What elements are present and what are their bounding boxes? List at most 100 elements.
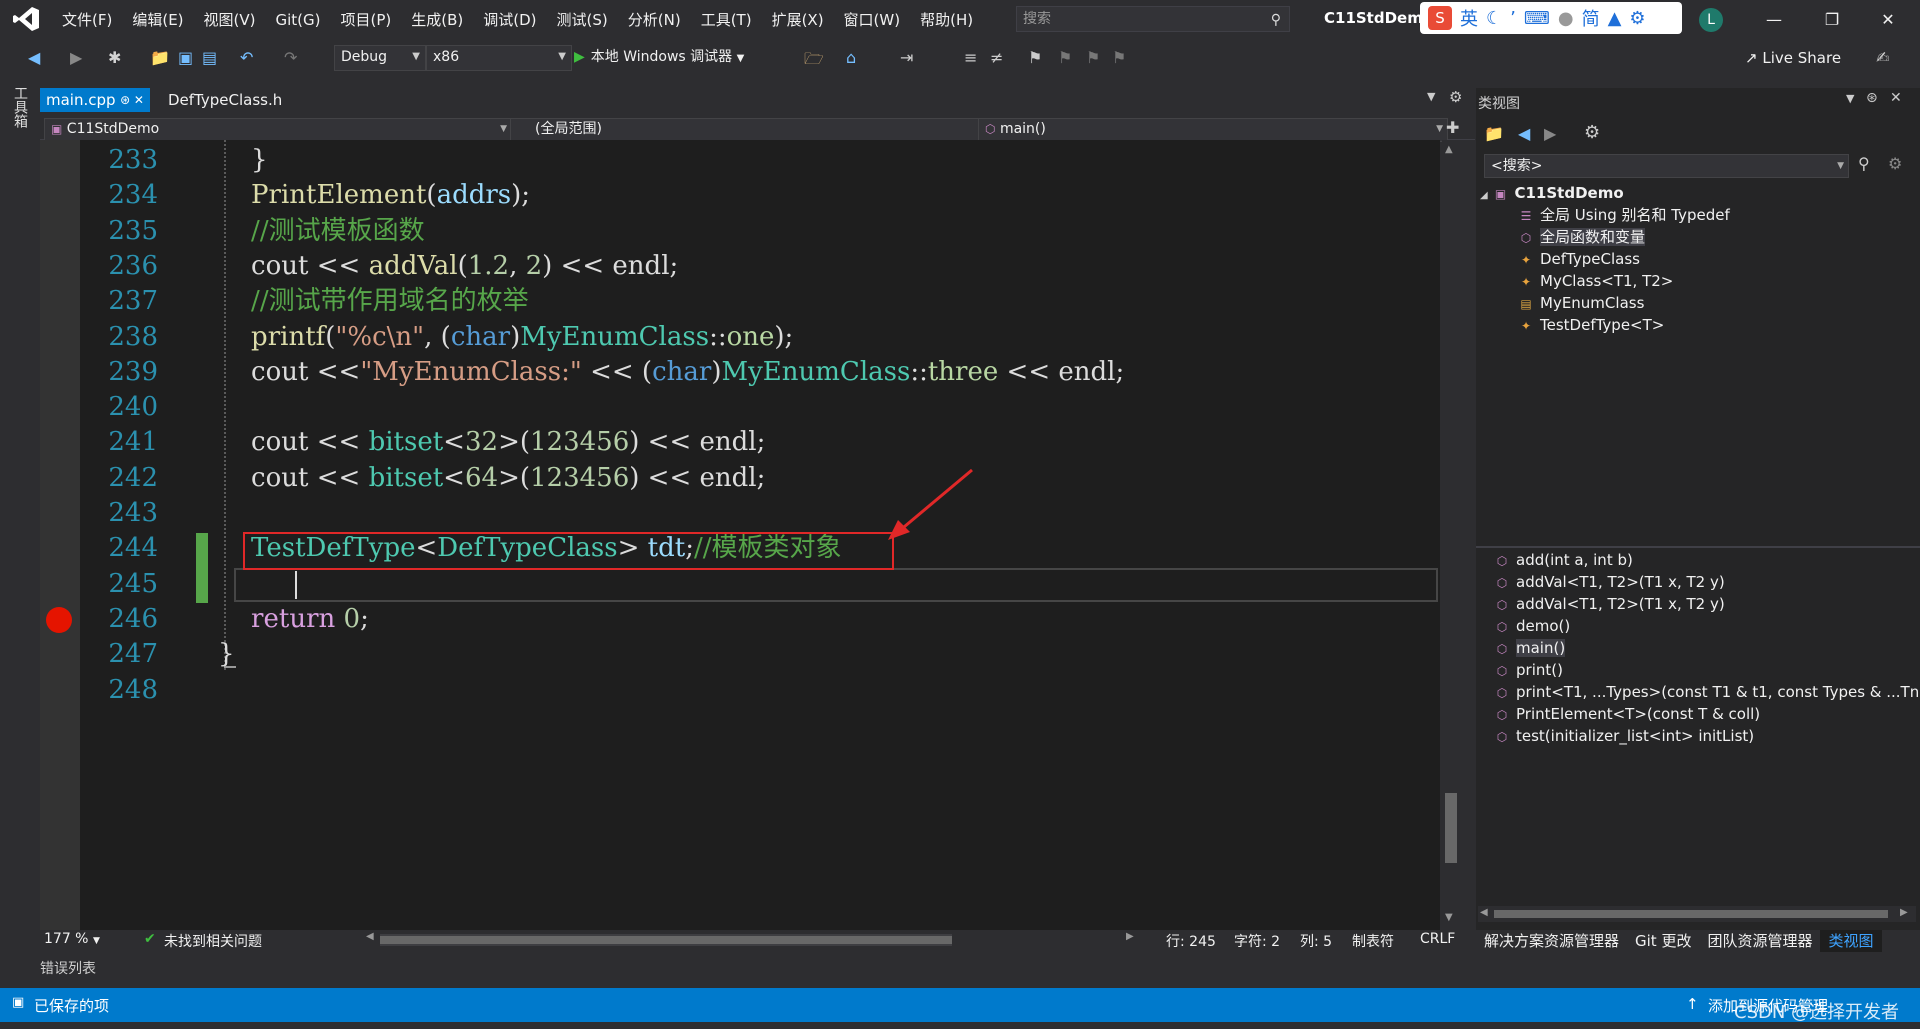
scope-dropdown[interactable]: (全局范围)▼ — [510, 118, 1000, 142]
code-line[interactable]: 235 //测试模板函数 — [80, 213, 424, 249]
step-icon[interactable]: ⇥ — [900, 48, 913, 67]
ime-language-label[interactable]: 英 — [1460, 5, 1478, 31]
zoom-select[interactable]: 177 % ▼ — [44, 931, 100, 947]
menu-item[interactable]: 生成(B) — [401, 8, 473, 32]
gear-icon[interactable]: ⚙ — [1629, 8, 1645, 29]
menu-item[interactable]: 项目(P) — [331, 8, 402, 32]
column-indicator[interactable]: 列: 5 — [1300, 931, 1332, 951]
tab-list-dropdown-icon[interactable]: ▼ — [1427, 90, 1435, 103]
menu-item[interactable]: 工具(T) — [691, 8, 762, 32]
class-view-divider[interactable] — [1476, 546, 1920, 548]
code-line[interactable]: 233 } — [80, 142, 267, 178]
tab-deftypeclass-h[interactable]: DefTypeClass.h — [168, 88, 282, 112]
menu-item[interactable]: 扩展(X) — [762, 8, 834, 32]
back-icon[interactable]: ◀ — [28, 48, 40, 67]
open-folder-icon[interactable]: 📁 — [150, 48, 170, 67]
visual-studio-logo-icon[interactable] — [10, 6, 42, 34]
shirt-icon[interactable]: ▲ — [1608, 8, 1622, 29]
tree-item[interactable]: ✦ DefTypeClass — [1518, 248, 1640, 270]
uncomment-icon[interactable]: ≠ — [990, 48, 1003, 67]
tabs-indicator[interactable]: 制表符 — [1352, 931, 1394, 951]
member-dropdown[interactable]: ⬡ main() ▼ — [978, 118, 1448, 142]
eol-indicator[interactable]: CRLF — [1420, 931, 1455, 947]
menu-item[interactable]: 编辑(E) — [122, 8, 193, 32]
pin-icon[interactable]: ⊛ — [1866, 90, 1878, 106]
breakpoint-icon[interactable] — [46, 607, 72, 633]
tree-item[interactable]: ✦ TestDefType<T> — [1518, 314, 1664, 336]
avatar[interactable]: L — [1699, 8, 1723, 32]
code-line[interactable]: 242 cout << bitset<64>(123456) << endl; — [80, 460, 765, 496]
toolbox-tab[interactable]: 工具箱 — [10, 86, 30, 128]
breakpoint-margin[interactable] — [40, 140, 80, 930]
menu-item[interactable]: 帮助(H) — [910, 8, 983, 32]
comment-icon[interactable]: ≡ — [964, 48, 977, 67]
settings-icon[interactable]: ⚙ — [1584, 122, 1600, 143]
editor-horizontal-scrollbar[interactable] — [380, 934, 952, 946]
start-debugging-button[interactable]: ▶ 本地 Windows 调试器 ▼ — [574, 45, 744, 69]
pin-icon[interactable]: ⊛ ✕ — [120, 88, 144, 112]
scroll-right-icon[interactable]: ▶ — [1126, 931, 1134, 942]
folder-view-icon[interactable]: 🗁 — [804, 48, 824, 75]
code-line[interactable]: 238 printf("%c\n", (char)MyEnumClass::on… — [80, 319, 793, 355]
menu-item[interactable]: 文件(F) — [52, 8, 122, 32]
panel-tab[interactable]: 团队资源管理器 — [1699, 930, 1820, 952]
clear-bookmarks-icon[interactable]: ⚑ — [1112, 48, 1126, 67]
code-line[interactable]: 246 return 0; — [80, 601, 368, 637]
member-item[interactable]: ⬡ test(initializer_list<int> initList) — [1494, 725, 1754, 747]
line-indicator[interactable]: 行: 245 — [1166, 931, 1216, 951]
panel-tab[interactable]: 类视图 — [1820, 930, 1882, 952]
scroll-left-icon[interactable]: ◀ — [1480, 907, 1488, 918]
platform-select[interactable]: x86 ▼ — [426, 45, 572, 71]
user-icon[interactable]: ● — [1558, 8, 1574, 29]
ime-simplified-label[interactable]: 简 — [1582, 5, 1600, 31]
tree-item[interactable]: ☰ 全局 Using 别名和 Typedef — [1518, 204, 1730, 226]
menu-item[interactable]: 调试(D) — [473, 8, 546, 32]
collapse-icon[interactable]: ◢ — [1480, 190, 1488, 201]
live-share-button[interactable]: ↗ Live Share — [1745, 49, 1841, 67]
ime-toolbar[interactable]: S 英 ☾ ’ ⌨ ● 简 ▲ ⚙ — [1420, 2, 1682, 34]
panel-tab[interactable]: Git 更改 — [1627, 930, 1699, 952]
member-item[interactable]: ⬡ print() — [1494, 659, 1563, 681]
scroll-up-icon[interactable]: ▲ — [1445, 144, 1453, 155]
tree-root[interactable]: ◢ ▣ C11StdDemo — [1480, 182, 1624, 204]
code-line[interactable]: 236 cout << addVal(1.2, 2) << endl; — [80, 248, 678, 284]
editor-vertical-scrollbar[interactable]: ▲ ▼ — [1442, 140, 1460, 930]
redo-icon[interactable]: ↷ — [284, 48, 297, 67]
next-bookmark-icon[interactable]: ⚑ — [1086, 48, 1100, 67]
menu-item[interactable]: 视图(V) — [194, 8, 266, 32]
member-item[interactable]: ⬡ demo() — [1494, 615, 1571, 637]
bookmark-icon[interactable]: ⚑ — [1028, 48, 1042, 67]
tree-item[interactable]: ✦ MyClass<T1, T2> — [1518, 270, 1673, 292]
search-options-icon[interactable]: ⚙ — [1888, 154, 1902, 173]
menu-item[interactable]: 窗口(W) — [834, 8, 911, 32]
char-indicator[interactable]: 字符: 2 — [1234, 931, 1280, 951]
new-folder-icon[interactable]: 📁 — [1484, 124, 1504, 143]
close-panel-icon[interactable]: ✕ — [1890, 90, 1902, 106]
member-item[interactable]: ⬡ main() — [1494, 637, 1566, 659]
forward-icon[interactable]: ▶ — [1544, 124, 1556, 143]
code-line[interactable]: 239 cout <<"MyEnumClass:" << (char)MyEnu… — [80, 354, 1124, 390]
panel-tab[interactable]: 解决方案资源管理器 — [1476, 930, 1627, 952]
code-line[interactable]: 245 — [80, 566, 218, 602]
code-line[interactable]: 241 cout << bitset<32>(123456) << endl; — [80, 424, 765, 460]
scroll-right-icon[interactable]: ▶ — [1900, 907, 1908, 918]
panel-menu-icon[interactable]: ▼ — [1846, 92, 1854, 105]
scroll-thumb[interactable] — [1445, 793, 1457, 863]
issues-label[interactable]: 未找到相关问题 — [164, 931, 262, 951]
menu-item[interactable]: 测试(S) — [547, 8, 618, 32]
close-icon[interactable]: ✕ — [1868, 6, 1908, 34]
gear-icon[interactable]: ⚙ — [1449, 88, 1462, 106]
menu-item[interactable]: 分析(N) — [618, 8, 691, 32]
back-icon[interactable]: ◀ — [1518, 124, 1530, 143]
class-view-hscroll[interactable]: ◀ ▶ — [1478, 906, 1916, 922]
keyboard-icon[interactable]: ⌨ — [1524, 8, 1550, 29]
tree-item[interactable]: ▤ MyEnumClass — [1518, 292, 1644, 314]
moon-icon[interactable]: ☾ — [1486, 8, 1502, 29]
member-item[interactable]: ⬡ print<T1, ...Types>(const T1 & t1, cons… — [1494, 681, 1920, 703]
code-line[interactable]: 234 PrintElement(addrs); — [80, 177, 530, 213]
code-line[interactable]: 243 — [80, 495, 218, 531]
error-list-tab[interactable]: 错误列表 — [40, 958, 96, 978]
code-line[interactable]: 237 //测试带作用域名的枚举 — [80, 283, 528, 319]
class-view-search-input[interactable]: <搜索> ▼ — [1484, 154, 1849, 178]
restore-icon[interactable]: ❐ — [1812, 6, 1852, 34]
